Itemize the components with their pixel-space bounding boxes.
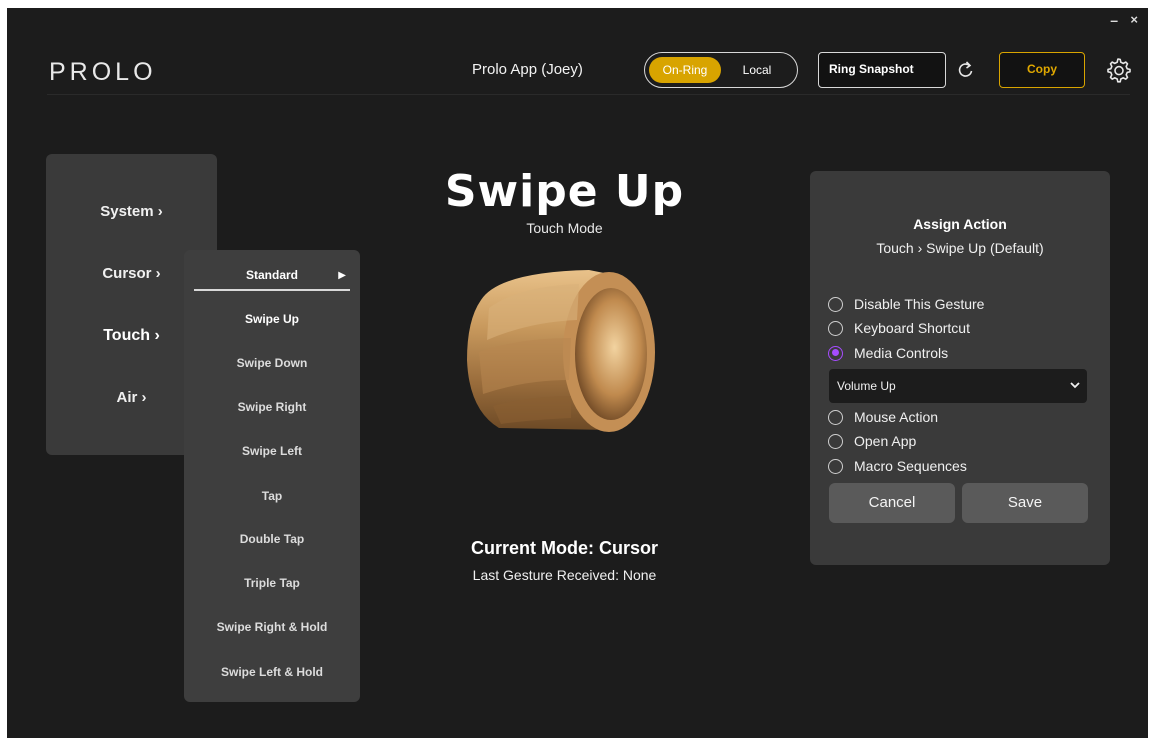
ring-snapshot-button[interactable]: Ring Snapshot — [818, 52, 946, 88]
assign-action-panel: Assign Action Touch › Swipe Up (Default)… — [810, 171, 1110, 565]
submenu-item-swipe-right[interactable]: Swipe Right — [184, 400, 360, 414]
option-label: Macro Sequences — [854, 458, 967, 474]
app-window: – × PROLO Prolo App (Joey) On-Ring Local… — [7, 8, 1148, 738]
mode-option-local[interactable]: Local — [721, 57, 793, 83]
submenu-item-swipe-left-hold[interactable]: Swipe Left & Hold — [184, 665, 360, 679]
submenu-header-standard[interactable]: Standard ▶ — [194, 260, 350, 291]
ring-image — [467, 270, 655, 432]
submenu-item-tap[interactable]: Tap — [184, 489, 360, 503]
last-gesture: Last Gesture Received: None — [472, 567, 657, 583]
app-title: Prolo App (Joey) — [472, 61, 583, 78]
gesture-title: Swipe Up — [444, 166, 685, 217]
radio-button-selected[interactable] — [828, 345, 843, 361]
radio-button[interactable] — [828, 409, 843, 425]
radio-button[interactable] — [828, 296, 843, 312]
option-keyboard-shortcut[interactable]: Keyboard Shortcut — [828, 320, 970, 336]
submenu-item-double-tap[interactable]: Double Tap — [184, 532, 360, 546]
submenu-item-triple-tap[interactable]: Triple Tap — [184, 576, 360, 590]
category-system[interactable]: System › — [46, 203, 217, 220]
option-mouse-action[interactable]: Mouse Action — [828, 409, 938, 425]
refresh-icon[interactable] — [958, 60, 974, 80]
header-divider — [47, 94, 1130, 95]
option-open-app[interactable]: Open App — [828, 433, 916, 449]
submenu-header-label: Standard — [245, 268, 298, 282]
current-mode: Current Mode: Cursor — [470, 538, 658, 558]
option-media-controls[interactable]: Media Controls — [828, 345, 948, 361]
copy-button[interactable]: Copy — [999, 52, 1085, 88]
close-button[interactable]: × — [1130, 12, 1138, 27]
gesture-submenu: Standard ▶ Swipe Up Swipe Down Swipe Rig… — [184, 250, 360, 702]
radio-button[interactable] — [828, 320, 843, 336]
option-disable-gesture[interactable]: Disable This Gesture — [828, 296, 984, 312]
submenu-item-swipe-down[interactable]: Swipe Down — [184, 356, 360, 370]
cancel-button[interactable]: Cancel — [829, 483, 955, 523]
app-logo: PROLO — [49, 58, 157, 86]
option-label: Media Controls — [854, 345, 949, 361]
option-label: Open App — [854, 433, 917, 449]
play-arrow-icon: ▶ — [338, 270, 346, 281]
save-button[interactable]: Save — [962, 483, 1088, 523]
radio-button[interactable] — [828, 433, 843, 449]
media-action-select[interactable]: Volume Up — [829, 369, 1087, 403]
submenu-item-swipe-left[interactable]: Swipe Left — [184, 444, 360, 458]
chevron-down-icon — [1070, 382, 1080, 389]
option-label: Mouse Action — [854, 409, 939, 425]
submenu-item-swipe-right-hold[interactable]: Swipe Right & Hold — [184, 620, 360, 634]
minimize-button[interactable]: – — [1110, 12, 1118, 28]
assign-action-path: Touch › Swipe Up (Default) — [876, 240, 1044, 256]
option-label: Keyboard Shortcut — [854, 320, 970, 336]
gear-icon[interactable] — [1105, 57, 1131, 83]
assign-action-title: Assign Action — [913, 216, 1007, 232]
radio-button[interactable] — [828, 458, 843, 474]
submenu-item-swipe-up[interactable]: Swipe Up — [184, 312, 360, 326]
gesture-mode-subtitle: Touch Mode — [526, 220, 603, 236]
option-macro-sequences[interactable]: Macro Sequences — [828, 458, 967, 474]
mode-toggle[interactable]: On-Ring Local — [644, 52, 798, 88]
select-value: Volume Up — [837, 379, 896, 393]
option-label: Disable This Gesture — [854, 296, 985, 312]
mode-option-on-ring[interactable]: On-Ring — [649, 57, 721, 83]
